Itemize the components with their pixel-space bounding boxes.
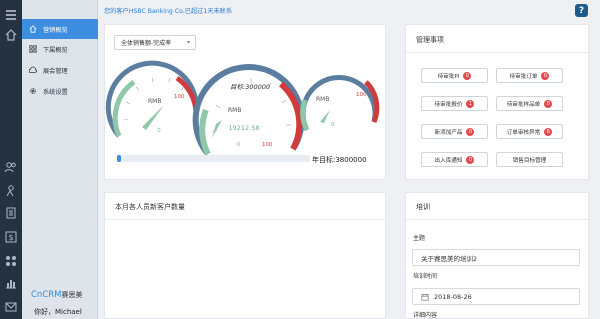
manage-button[interactable]: 新添加产品 0 bbox=[421, 124, 488, 139]
sidebar-item-settings[interactable]: 系统设置 bbox=[22, 81, 98, 101]
gauge-min: 0 bbox=[157, 128, 161, 134]
user-greeting: 你好，Michael bbox=[34, 308, 82, 316]
manage-button-label: 待审批PI bbox=[437, 73, 460, 80]
subject-value: 关于赛思美的培训2 bbox=[421, 254, 478, 263]
gauge-max: 100 bbox=[174, 94, 185, 100]
home-icon bbox=[29, 25, 37, 33]
manage-button-label: 待审批报价 bbox=[434, 101, 463, 108]
divider bbox=[406, 52, 588, 53]
manage-button-label: 销售目标管理 bbox=[512, 157, 547, 164]
manage-button-label: 待审批订单 bbox=[509, 73, 538, 80]
sidebar: 营销概览 下属概览 展会管理 系统设置 CnCRM赛思美 你好，Michael bbox=[22, 0, 98, 319]
gear-icon bbox=[30, 88, 36, 94]
gauge-unit: RMB bbox=[148, 98, 161, 105]
sidebar-item-label: 下属概览 bbox=[43, 46, 68, 54]
home-icon[interactable] bbox=[4, 28, 18, 42]
sidebar-item-exhibitions[interactable]: 展会管理 bbox=[22, 60, 98, 80]
count-badge: 0 bbox=[466, 127, 475, 136]
svg-text:$: $ bbox=[8, 233, 13, 242]
count-badge: 1 bbox=[466, 99, 475, 108]
manage-title: 管理事项 bbox=[416, 36, 444, 44]
gauge-max: 100 bbox=[262, 142, 273, 148]
date-field[interactable]: 2018-08-26 bbox=[412, 288, 580, 305]
chevron-down-icon: ▾ bbox=[186, 39, 190, 46]
count-badge: 0 bbox=[541, 71, 550, 80]
person-icon[interactable] bbox=[4, 184, 18, 198]
document-icon[interactable] bbox=[4, 206, 18, 220]
count-badge: 6 bbox=[544, 127, 553, 136]
dollar-icon[interactable]: $ bbox=[4, 230, 18, 244]
gauge-center: 目标:300000 RMB 19212.58 0 100 bbox=[192, 63, 305, 156]
brand-logo: CnCRM赛思美 bbox=[31, 290, 83, 300]
gauge-min: 0 bbox=[331, 122, 335, 128]
gauge-reading: 19212.58 bbox=[228, 124, 259, 132]
count-badge: 0 bbox=[544, 99, 553, 108]
sidebar-item-subordinates[interactable]: 下属概览 bbox=[22, 39, 98, 59]
sidebar-item-label: 营销概览 bbox=[43, 26, 68, 34]
gauge-right: RMB 0 100 bbox=[300, 75, 380, 132]
annual-target-progress bbox=[117, 155, 310, 162]
annual-target-text: 年目标:3800000 bbox=[312, 156, 367, 164]
calendar-icon bbox=[421, 293, 429, 301]
subject-field[interactable]: 关于赛思美的培训2 bbox=[412, 249, 580, 266]
cloud-icon bbox=[29, 66, 37, 73]
manage-button[interactable]: 待审批订单 0 bbox=[496, 68, 563, 83]
gauge-unit: RMB bbox=[316, 96, 329, 103]
training-title: 培训 bbox=[416, 203, 430, 211]
gauge-max: 100 bbox=[356, 92, 367, 98]
time-label: 培训时间 bbox=[413, 273, 438, 280]
gauge-group: RMB 0 100 目标:300000 RMB 19212.58 0 100 R… bbox=[105, 60, 380, 156]
manage-button[interactable]: 待审批样品单 0 bbox=[496, 96, 563, 111]
select-value: 全体销售额-完成率 bbox=[121, 40, 172, 47]
count-badge: 0 bbox=[466, 155, 475, 164]
manage-button-label: 待审批样品单 bbox=[506, 101, 541, 108]
chart-icon[interactable] bbox=[4, 276, 18, 290]
manage-button[interactable]: 销售目标管理 bbox=[496, 152, 563, 167]
icon-rail: $ bbox=[0, 0, 22, 319]
manage-button[interactable]: 待审批报价 1 bbox=[421, 96, 488, 111]
annual-target-progress-fill bbox=[117, 155, 121, 162]
mail-icon[interactable] bbox=[4, 300, 18, 314]
customer-notice[interactable]: 您的客户HSBC Banking Co.已超过1天未联系 bbox=[104, 6, 232, 15]
count-badge: 0 bbox=[463, 71, 472, 80]
grid-icon[interactable] bbox=[4, 254, 18, 268]
gauge-target: 目标:300000 bbox=[230, 83, 270, 91]
grid-icon bbox=[29, 45, 37, 53]
brand-en: CnCRM bbox=[31, 290, 62, 300]
manage-button-label: 订单审核异常 bbox=[506, 129, 541, 136]
gauge-min: 0 bbox=[237, 142, 241, 148]
new-customers-card: 本月各人员新客户数量 bbox=[104, 192, 386, 319]
new-customers-title: 本月各人员新客户数量 bbox=[115, 203, 185, 211]
detail-label: 详细内容 bbox=[413, 312, 438, 319]
manage-button[interactable]: 订单审核异常 6 bbox=[496, 124, 563, 139]
subject-label: 主题 bbox=[413, 235, 426, 242]
sidebar-item-label: 系统设置 bbox=[43, 88, 68, 96]
divider bbox=[105, 219, 385, 220]
gauge-left: RMB 0 100 bbox=[105, 60, 199, 138]
date-value: 2018-08-26 bbox=[434, 292, 472, 301]
brand-cn: 赛思美 bbox=[61, 291, 83, 299]
help-button[interactable]: ? bbox=[575, 4, 588, 17]
sidebar-item-overview[interactable]: 营销概览 bbox=[22, 19, 98, 39]
sidebar-item-label: 展会管理 bbox=[43, 67, 68, 75]
manage-button[interactable]: 出入库通知 0 bbox=[421, 152, 488, 167]
manage-button-label: 新添加产品 bbox=[434, 129, 463, 136]
gauge-unit: RMB bbox=[228, 107, 241, 114]
manage-button-label: 出入库通知 bbox=[434, 157, 463, 164]
menu-icon[interactable] bbox=[4, 8, 18, 22]
sales-metric-select[interactable]: 全体销售额-完成率 ▾ bbox=[114, 35, 196, 50]
manage-button[interactable]: 待审批PI 0 bbox=[421, 68, 488, 83]
divider bbox=[406, 219, 588, 220]
users-icon[interactable] bbox=[4, 160, 18, 174]
